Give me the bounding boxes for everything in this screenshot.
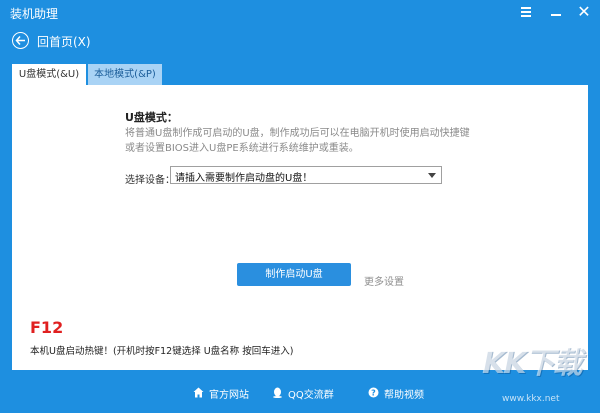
device-select-label: 选择设备： <box>125 175 175 186</box>
app-window: 装机助理 ✕ 回首页(X) U盘模式(&U) 本地模式(&P) U盘模式： 将普… <box>0 0 600 413</box>
svg-text:?: ? <box>371 389 376 398</box>
close-icon[interactable]: ✕ <box>576 4 592 20</box>
mode-description: 将普通U盘制作成可启动的U盘，制作成功后可以在电脑开机时使用启动快捷键或者设置B… <box>125 128 470 154</box>
watermark-url: www.kkx.net <box>502 394 560 404</box>
back-arrow-icon <box>12 32 29 49</box>
minimize-icon[interactable] <box>548 4 564 20</box>
qq-penguin-icon <box>273 387 282 398</box>
device-select-value: 请插入需要制作启动盘的U盘！ <box>175 173 313 184</box>
usb-mode-panel: U盘模式： 将普通U盘制作成可启动的U盘，制作成功后可以在电脑开机时使用启动快捷… <box>12 85 588 370</box>
title-bar: 装机助理 ✕ <box>0 0 600 24</box>
help-video-label: 帮助视频 <box>384 390 424 401</box>
back-home-label: 回首页(X) <box>37 35 91 49</box>
mode-title: U盘模式： <box>125 111 178 124</box>
watermark: KK下载 www.kkx.net <box>480 338 600 413</box>
chevron-down-icon <box>428 173 436 178</box>
boot-hotkey: F12 <box>30 318 64 337</box>
app-title: 装机助理 <box>10 7 59 21</box>
qq-group-label: QQ交流群 <box>288 390 334 401</box>
tab-local-mode[interactable]: 本地模式(&P) <box>88 64 162 85</box>
home-icon <box>193 387 204 398</box>
menu-icon[interactable] <box>518 4 534 20</box>
watermark-logo: KK下载 <box>482 346 582 381</box>
tab-usb-mode[interactable]: U盘模式(&U) <box>12 64 86 85</box>
boot-hotkey-description: 本机U盘启动热键！(开机时按F12键选择 U盘名称 按回车进入) <box>30 346 294 357</box>
device-select[interactable]: 请插入需要制作启动盘的U盘！ <box>170 166 442 184</box>
make-boot-usb-button[interactable]: 制作启动U盘 <box>237 263 351 286</box>
help-icon: ? <box>368 387 379 398</box>
official-site-label: 官方网站 <box>209 390 249 401</box>
more-settings-link[interactable]: 更多设置 <box>364 273 404 288</box>
